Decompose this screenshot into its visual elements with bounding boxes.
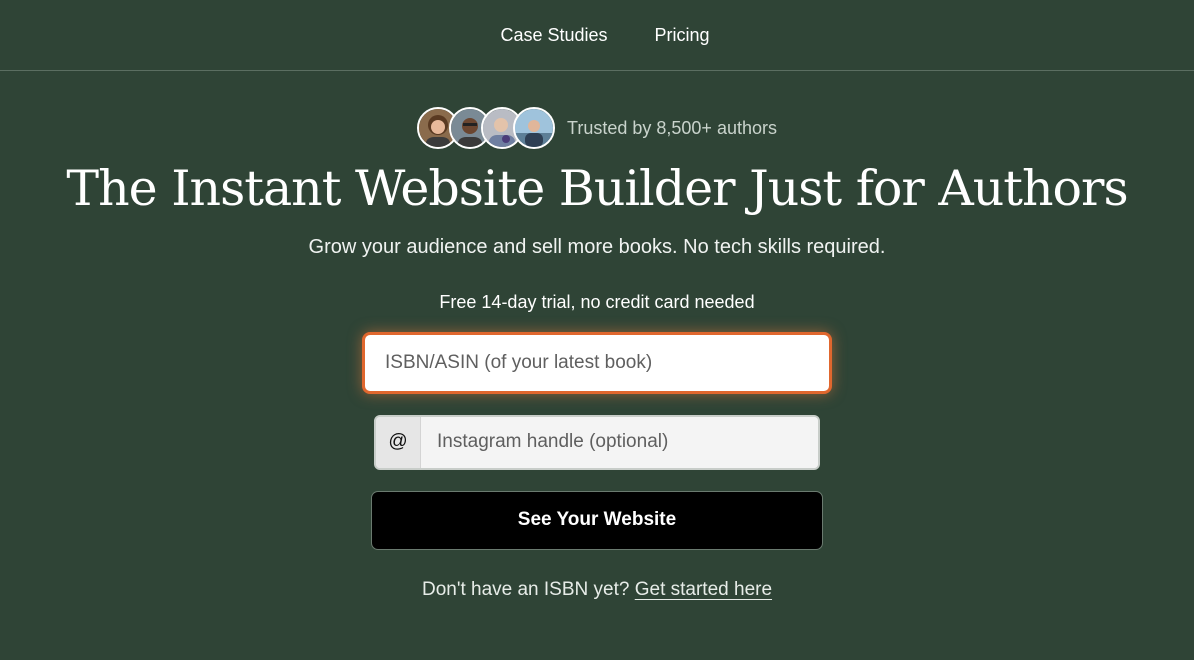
hero-subtitle: Grow your audience and sell more books. … xyxy=(308,235,886,258)
page-title: The Instant Website Builder Just for Aut… xyxy=(66,160,1128,217)
see-your-website-button[interactable]: See Your Website xyxy=(371,490,823,550)
hero-section: Trusted by 8,500+ authors The Instant We… xyxy=(0,71,1194,601)
isbn-field-wrapper xyxy=(362,331,832,394)
instagram-input[interactable] xyxy=(421,416,818,468)
trial-note: Free 14-day trial, no credit card needed xyxy=(439,291,755,312)
get-started-link[interactable]: Get started here xyxy=(635,579,772,600)
trust-text: Trusted by 8,500+ authors xyxy=(567,117,777,138)
nav-link-pricing[interactable]: Pricing xyxy=(655,25,710,46)
no-isbn-note: Don't have an ISBN yet? Get started here xyxy=(422,579,772,601)
author-avatar xyxy=(513,107,556,149)
isbn-input[interactable] xyxy=(383,350,829,375)
author-avatars xyxy=(417,107,556,149)
instagram-field-wrapper: @ xyxy=(374,414,820,470)
trust-row: Trusted by 8,500+ authors xyxy=(417,106,777,150)
no-isbn-text: Don't have an ISBN yet? xyxy=(421,578,630,600)
nav-link-case-studies[interactable]: Case Studies xyxy=(500,25,607,46)
top-navigation: Case Studies Pricing xyxy=(0,0,1194,71)
at-sign-prefix: @ xyxy=(376,416,421,468)
